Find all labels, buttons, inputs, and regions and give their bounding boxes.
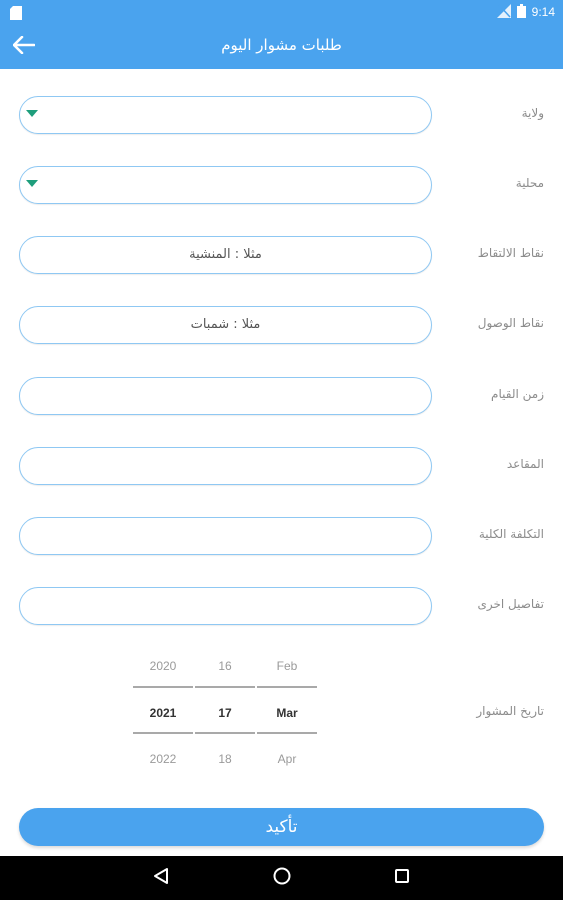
nav-recents-button[interactable]: [391, 867, 413, 889]
no-sim-icon: [496, 3, 511, 21]
field-label: المقاعد: [506, 457, 544, 471]
year-next[interactable]: 2022: [133, 749, 193, 769]
system-nav-bar: [0, 856, 563, 900]
field-label: ولاية: [521, 106, 544, 120]
field-label: محلية: [515, 176, 544, 190]
divider: [133, 686, 193, 688]
pickup-points-placeholder: مثلا : المنشية: [189, 247, 262, 262]
divider: [133, 732, 193, 734]
form-row-locality: محلية: [0, 166, 563, 206]
divider: [195, 732, 255, 734]
field-label: تفاصيل اخرى: [477, 597, 544, 611]
departure-time-input[interactable]: [19, 377, 432, 415]
pickup-points-input[interactable]: مثلا : المنشية: [19, 236, 432, 274]
month-spinner[interactable]: Feb Mar Apr: [257, 645, 317, 775]
form-row-departure-time: زمن القيام: [0, 377, 563, 417]
dropdown-caret-icon: [26, 180, 38, 187]
day-prev[interactable]: 16: [195, 656, 255, 676]
state-dropdown[interactable]: [19, 96, 432, 134]
arrival-points-input[interactable]: مثلا : شمبات: [19, 306, 432, 344]
field-label: نقاط الوصول: [477, 316, 544, 330]
form-row-state: ولاية: [0, 96, 563, 136]
page-title: طلبات مشوار اليوم: [221, 36, 342, 54]
form-row-other-details: تفاصيل اخرى: [0, 587, 563, 627]
day-next[interactable]: 18: [195, 749, 255, 769]
field-label: زمن القيام: [491, 387, 544, 401]
nav-back-button[interactable]: [150, 867, 172, 889]
divider: [257, 732, 317, 734]
seats-input[interactable]: [19, 447, 432, 485]
date-picker: 2020 2021 2022 16 17 18 Feb Mar Apr: [133, 645, 319, 775]
battery-icon: [516, 3, 526, 21]
dropdown-caret-icon: [26, 110, 38, 117]
field-label: نقاط الالتقاط: [477, 246, 544, 260]
month-selected[interactable]: Mar: [257, 703, 317, 723]
day-selected[interactable]: 17: [195, 703, 255, 723]
confirm-button[interactable]: تأكيد: [19, 808, 544, 846]
day-spinner[interactable]: 16 17 18: [195, 645, 255, 775]
divider: [195, 686, 255, 688]
status-bar: 9:14: [0, 0, 563, 25]
arrival-points-placeholder: مثلا : شمبات: [190, 317, 261, 332]
triangle-back-icon: [152, 867, 170, 889]
form-row-total-cost: التكلفة الكلية: [0, 517, 563, 557]
month-prev[interactable]: Feb: [257, 656, 317, 676]
form-row-pickup: مثلا : المنشية نقاط الالتقاط: [0, 236, 563, 276]
sd-card-icon: [10, 5, 22, 20]
year-selected[interactable]: 2021: [133, 703, 193, 723]
form-row-arrival: مثلا : شمبات نقاط الوصول: [0, 306, 563, 346]
circle-home-icon: [272, 866, 292, 890]
other-details-input[interactable]: [19, 587, 432, 625]
trip-date-label: تاريخ المشوار: [476, 704, 544, 718]
form-row-seats: المقاعد: [0, 447, 563, 487]
app-bar: طلبات مشوار اليوم: [0, 25, 563, 69]
square-recents-icon: [393, 867, 411, 889]
total-cost-input[interactable]: [19, 517, 432, 555]
divider: [257, 686, 317, 688]
nav-home-button[interactable]: [271, 867, 293, 889]
year-prev[interactable]: 2020: [133, 656, 193, 676]
month-next[interactable]: Apr: [257, 749, 317, 769]
field-label: التكلفة الكلية: [478, 527, 544, 541]
year-spinner[interactable]: 2020 2021 2022: [133, 645, 193, 775]
locality-dropdown[interactable]: [19, 166, 432, 204]
status-time: 9:14: [531, 5, 555, 19]
